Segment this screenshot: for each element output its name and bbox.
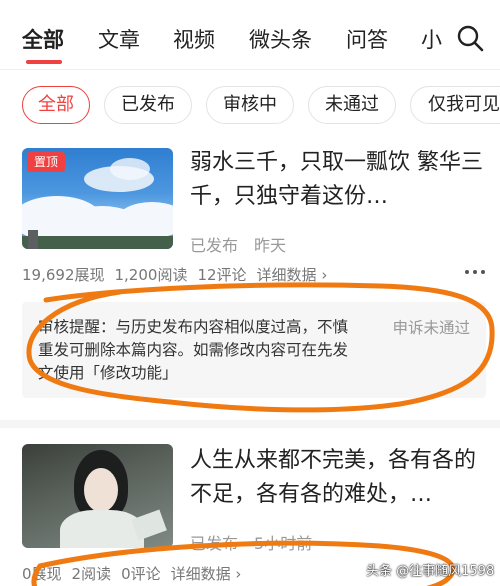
review-notice-text: 审核提醒：与历史发布内容相似度过高，不慎重发可删除本篇内容。如需修改内容可在先发… <box>38 318 349 382</box>
tab-qa[interactable]: 问答 <box>346 24 388 54</box>
article-title-2[interactable]: 人生从来都不完美，各有各的不足，各有各的难处，… <box>190 444 486 512</box>
pinned-badge: 置顶 <box>27 152 65 172</box>
filter-published-chip[interactable]: 已发布 <box>104 86 192 124</box>
tab-articles[interactable]: 文章 <box>98 24 140 54</box>
publish-time-2: 5小时前 <box>254 534 313 553</box>
article-thumbnail-portrait[interactable] <box>22 444 173 548</box>
active-tab-indicator <box>26 60 62 64</box>
search-icon[interactable] <box>456 24 484 52</box>
details-link-2[interactable]: 详细数据 › <box>171 565 242 583</box>
filter-rejected-chip[interactable]: 未通过 <box>308 86 396 124</box>
article-title[interactable]: 弱水三千，只取一瓢饮 繁华三千，只独守着这份… <box>190 146 486 214</box>
publish-time: 昨天 <box>254 236 287 255</box>
comments-count-2: 0评论 <box>121 565 161 583</box>
details-link[interactable]: 详细数据 › <box>257 266 328 284</box>
appeal-status[interactable]: 申诉未通过 <box>392 316 470 338</box>
filter-all-chip[interactable]: 全部 <box>22 86 90 124</box>
reads-count-2: 2阅读 <box>71 565 112 583</box>
tab-micro-headlines[interactable]: 微头条 <box>249 24 312 54</box>
article-meta: 已发布 昨天 <box>190 232 286 256</box>
comments-count: 12评论 <box>197 266 247 284</box>
article-stats: 19,692展现 1,200阅读 12评论 详细数据 › <box>22 264 337 285</box>
reads-count: 1,200阅读 <box>114 266 188 284</box>
top-tab-bar: 全部 文章 视频 微头条 问答 小 <box>0 0 500 70</box>
tab-small-overflow[interactable]: 小 <box>421 24 442 54</box>
card-divider <box>0 420 500 428</box>
watermark: 头条 @往事随风1598 <box>366 564 495 579</box>
filter-private-chip[interactable]: 仅我可见 <box>410 86 500 124</box>
filter-reviewing-chip[interactable]: 审核中 <box>206 86 294 124</box>
tab-videos[interactable]: 视频 <box>173 24 215 54</box>
article-stats-2: 0展现 2阅读 0评论 详细数据 › <box>22 563 251 584</box>
views-count: 19,692展现 <box>22 266 105 284</box>
views-count-2: 0展现 <box>22 565 62 583</box>
publish-status-2: 已发布 <box>190 534 239 553</box>
article-meta-2: 已发布 5小时前 <box>190 530 312 554</box>
publish-status: 已发布 <box>190 236 239 255</box>
tab-all[interactable]: 全部 <box>22 24 64 54</box>
review-notice-box: 审核提醒：与历史发布内容相似度过高，不慎重发可删除本篇内容。如需修改内容可在先发… <box>22 302 486 398</box>
more-options-icon[interactable] <box>464 268 486 276</box>
